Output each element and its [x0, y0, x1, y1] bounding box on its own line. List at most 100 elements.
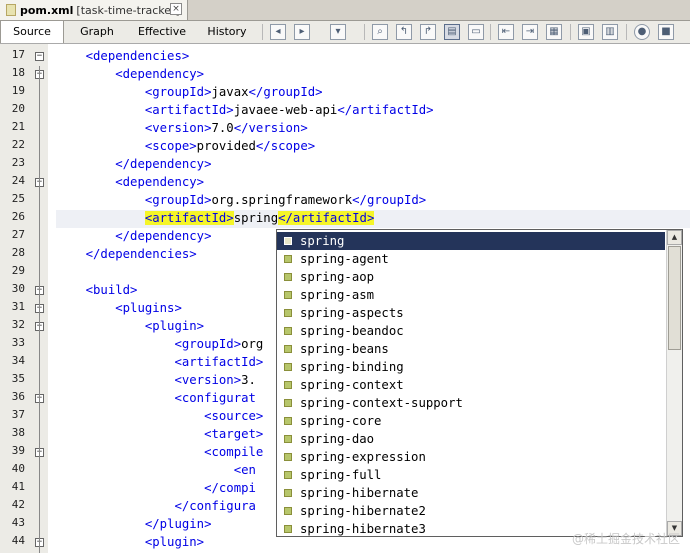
- line-number: 27: [11, 228, 25, 241]
- xml-tag: </version>: [233, 121, 308, 135]
- editor-tab-bar: pom.xml [task-time-tracker] ×: [0, 0, 690, 21]
- code-line[interactable]: <dependencies>: [56, 47, 190, 65]
- code-line[interactable]: <plugins>: [56, 299, 182, 317]
- completion-item[interactable]: spring-hibernate: [277, 484, 665, 502]
- code-line[interactable]: <groupId>org: [56, 335, 263, 353]
- code-line[interactable]: <version>7.0</version>: [56, 119, 308, 137]
- artifact-icon: [284, 399, 292, 407]
- completion-item[interactable]: spring-agent: [277, 250, 665, 268]
- completion-item-label: spring-binding: [300, 360, 404, 374]
- code-line[interactable]: <plugin>: [56, 317, 204, 335]
- xml-tag: </artifactId>: [337, 103, 434, 117]
- shift-right-icon[interactable]: ⇥: [522, 24, 538, 40]
- code-line[interactable]: </compi: [56, 479, 256, 497]
- code-line[interactable]: <compile: [56, 443, 263, 461]
- code-line[interactable]: </dependencies>: [56, 245, 197, 263]
- completion-item-label: spring-expression: [300, 450, 426, 464]
- tab-graph[interactable]: Graph: [64, 21, 130, 43]
- code-line[interactable]: <groupId>org.springframework</groupId>: [56, 191, 426, 209]
- toolbar-separator: [364, 24, 365, 40]
- line-number: 42: [11, 498, 25, 511]
- line-number: 33: [11, 336, 25, 349]
- line-number: 21: [11, 120, 25, 133]
- code-line[interactable]: </configura: [56, 497, 255, 515]
- tab-history[interactable]: History: [196, 21, 258, 43]
- xml-text: javax: [211, 85, 249, 99]
- code-line[interactable]: </plugin>: [56, 515, 212, 533]
- xml-tag: <groupId>: [174, 337, 242, 351]
- scrollbar-thumb[interactable]: [668, 246, 681, 350]
- completion-item[interactable]: spring-dao: [277, 430, 665, 448]
- code-line[interactable]: <target>: [56, 425, 263, 443]
- code-line[interactable]: <en: [56, 461, 256, 479]
- xml-text: org: [241, 337, 264, 351]
- completion-item-label: spring-beandoc: [300, 324, 404, 338]
- stop-icon[interactable]: ■: [658, 24, 674, 40]
- history-icon[interactable]: ▾: [330, 24, 346, 40]
- artifact-icon: [284, 273, 292, 281]
- completion-item[interactable]: spring-aspects: [277, 304, 665, 322]
- editor-tab-pom[interactable]: pom.xml [task-time-tracker] ×: [0, 0, 188, 20]
- code-line[interactable]: </dependency>: [56, 155, 211, 173]
- find-prev-icon[interactable]: ↰: [396, 24, 412, 40]
- fold-toggle-icon[interactable]: −: [35, 52, 44, 61]
- completion-scrollbar[interactable]: ▲ ▼: [666, 230, 682, 536]
- code-line[interactable]: </dependency>: [56, 227, 211, 245]
- code-line[interactable]: <dependency>: [56, 65, 204, 83]
- toggle-rect-select-icon[interactable]: ▭: [468, 24, 484, 40]
- xml-tag: </dependencies>: [85, 247, 197, 261]
- completion-item[interactable]: spring-aop: [277, 268, 665, 286]
- code-line[interactable]: <scope>provided</scope>: [56, 137, 315, 155]
- code-line[interactable]: <artifactId>spring</artifactId>: [56, 209, 375, 227]
- completion-item-label: spring-core: [300, 414, 382, 428]
- xml-tag: </groupId>: [352, 193, 427, 207]
- forward-icon[interactable]: ▸: [294, 24, 310, 40]
- line-number: 31: [11, 300, 25, 313]
- close-tab-icon[interactable]: ×: [170, 3, 182, 15]
- find-next-icon[interactable]: ↱: [420, 24, 436, 40]
- line-number-gutter: 17−18−192021222324−252627282930−31−32−33…: [0, 44, 48, 553]
- completion-item[interactable]: spring-full: [277, 466, 665, 484]
- back-icon[interactable]: ◂: [270, 24, 286, 40]
- xml-tag: <dependencies>: [85, 49, 190, 63]
- completion-item[interactable]: spring-beans: [277, 340, 665, 358]
- code-line[interactable]: <groupId>javax</groupId>: [56, 83, 323, 101]
- line-number: 43: [11, 516, 25, 529]
- completion-item[interactable]: spring-binding: [277, 358, 665, 376]
- find-icon[interactable]: ⌕: [372, 24, 388, 40]
- scroll-up-icon[interactable]: ▲: [667, 230, 682, 245]
- completion-item[interactable]: spring-hibernate2: [277, 502, 665, 520]
- completion-item[interactable]: spring: [277, 232, 665, 250]
- comment-icon[interactable]: ▦: [546, 24, 562, 40]
- code-line[interactable]: <artifactId>: [56, 353, 263, 371]
- code-line[interactable]: <artifactId>javaee-web-api</artifactId>: [56, 101, 434, 119]
- code-completion-popup[interactable]: ▲ ▼ spring spring-agent spring-aop spring-a…: [276, 229, 683, 537]
- completion-item[interactable]: spring-beandoc: [277, 322, 665, 340]
- completion-item[interactable]: spring-context-support: [277, 394, 665, 412]
- code-line[interactable]: <plugin>: [56, 533, 204, 551]
- line-number: 32: [11, 318, 25, 331]
- start-macro-icon[interactable]: ▣: [578, 24, 594, 40]
- code-line[interactable]: <source>: [56, 407, 263, 425]
- xml-tag: </scope>: [255, 139, 316, 153]
- code-line[interactable]: <build>: [56, 281, 138, 299]
- completion-item[interactable]: spring-asm: [277, 286, 665, 304]
- artifact-icon: [284, 255, 292, 263]
- completion-item[interactable]: spring-core: [277, 412, 665, 430]
- code-line[interactable]: <dependency>: [56, 173, 204, 191]
- artifact-icon: [284, 291, 292, 299]
- tab-effective[interactable]: Effective: [130, 21, 194, 43]
- tab-source[interactable]: Source: [0, 21, 64, 43]
- line-number: 28: [11, 246, 25, 259]
- xml-tag: <source>: [204, 409, 264, 423]
- stop-macro-icon[interactable]: ▥: [602, 24, 618, 40]
- artifact-icon: [284, 363, 292, 371]
- toggle-highlight-icon[interactable]: ▤: [444, 24, 460, 40]
- completion-item[interactable]: spring-expression: [277, 448, 665, 466]
- code-line[interactable]: <configurat: [56, 389, 255, 407]
- shift-left-icon[interactable]: ⇤: [498, 24, 514, 40]
- artifact-icon: [284, 417, 292, 425]
- code-line[interactable]: <version>3.: [56, 371, 255, 389]
- run-icon[interactable]: ●: [634, 24, 650, 40]
- completion-item[interactable]: spring-context: [277, 376, 665, 394]
